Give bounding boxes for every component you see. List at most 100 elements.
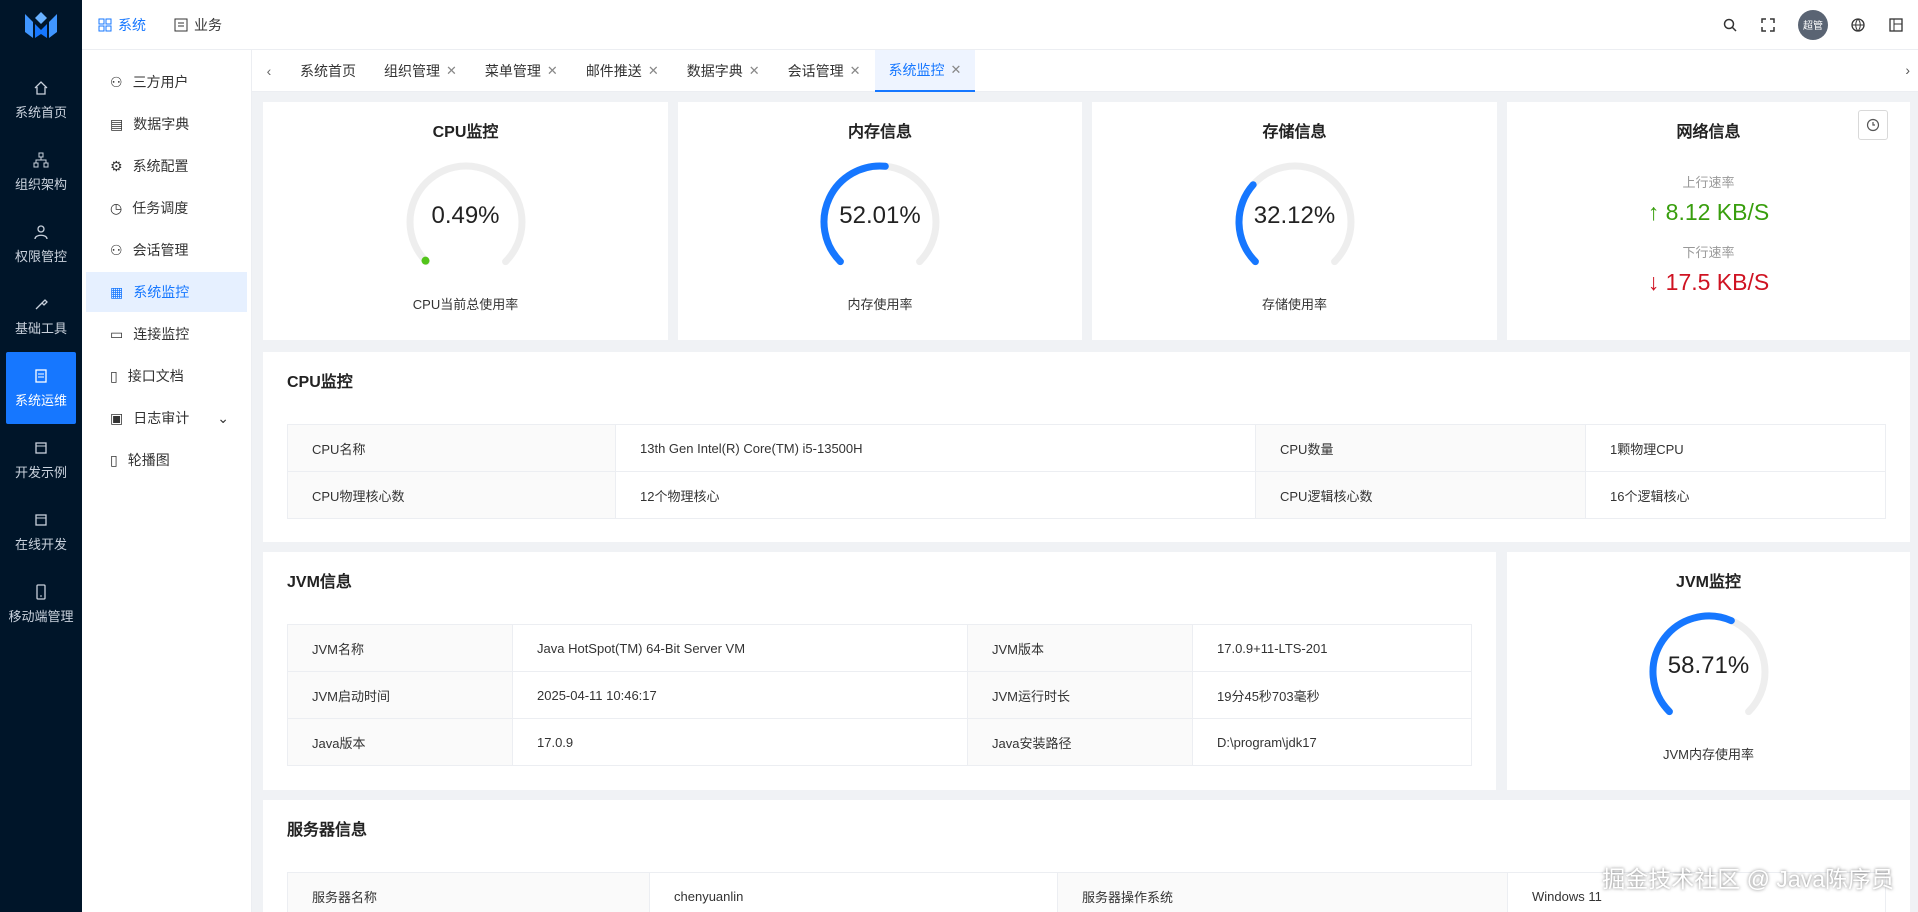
refresh-interval-button[interactable] bbox=[1858, 110, 1888, 140]
side-menu-item-sessions[interactable]: ⚇ 会话管理 bbox=[86, 230, 247, 270]
gauge-caption: CPU当前总使用率 bbox=[412, 297, 519, 312]
download-label: 下行速率 bbox=[1682, 245, 1735, 260]
top-menu-label: 系统 bbox=[118, 16, 146, 33]
tab-org[interactable]: 组织管理 ✕ bbox=[370, 50, 471, 92]
upload-rate: ↑ 8.12 KB/S bbox=[1507, 199, 1910, 226]
table-value: Java HotSpot(TM) 64-Bit Server VM bbox=[512, 624, 968, 672]
tab-mail[interactable]: 邮件推送 ✕ bbox=[572, 50, 673, 92]
side-menu-item-connections[interactable]: ▭ 连接监控 bbox=[86, 314, 247, 354]
avatar[interactable]: 超管 bbox=[1798, 9, 1828, 40]
rail-item-label: 系统首页 bbox=[14, 104, 67, 120]
rail-item-online-dev[interactable]: 在线开发 bbox=[0, 496, 82, 568]
gauge-value: 52.01% bbox=[839, 202, 921, 229]
top-menu-system[interactable]: 系统 bbox=[98, 15, 146, 35]
grid-icon bbox=[98, 18, 112, 31]
side-menu-item-monitor[interactable]: ▦ 系统监控 bbox=[86, 272, 247, 312]
storage-gauge-card: 存储信息 32.12% 存储使用率 bbox=[1092, 102, 1497, 340]
search-icon[interactable] bbox=[1722, 17, 1738, 33]
side-menu-item-audit-log[interactable]: ▣ 日志审计 ⌄ bbox=[86, 398, 247, 438]
rail-item-org[interactable]: 组织架构 bbox=[0, 136, 82, 208]
tab-sessions[interactable]: 会话管理 ✕ bbox=[774, 50, 875, 92]
close-icon[interactable]: ✕ bbox=[951, 62, 962, 78]
table-row: Java版本 17.0.9 Java安装路径 D:\program\jdk17 bbox=[287, 718, 1472, 766]
close-icon[interactable]: ✕ bbox=[446, 63, 457, 79]
globe-icon[interactable] bbox=[1850, 17, 1866, 33]
table-row: CPU名称 13th Gen Intel(R) Core(TM) i5-1350… bbox=[287, 424, 1886, 472]
table-value: D:\program\jdk17 bbox=[1192, 718, 1472, 766]
gauge-dot bbox=[421, 256, 429, 265]
table-key: Java版本 bbox=[287, 718, 513, 766]
table-key: JVM启动时间 bbox=[287, 671, 513, 719]
tab-dictionary[interactable]: 数据字典 ✕ bbox=[673, 50, 774, 92]
gauge-value: 32.12% bbox=[1253, 202, 1336, 229]
cpu-info-table: CPU名称 13th Gen Intel(R) Core(TM) i5-1350… bbox=[287, 424, 1886, 519]
table-key: CPU逻辑核心数 bbox=[1255, 471, 1586, 519]
side-menu-item-api-docs[interactable]: ▯ 接口文档 bbox=[86, 356, 247, 396]
card-title: 存储信息 bbox=[1262, 124, 1327, 141]
rail-item-dev-demo[interactable]: 开发示例 bbox=[0, 424, 82, 496]
rail-item-label: 组织架构 bbox=[14, 176, 67, 192]
watermark: 掘金技术社区 @ Java陈序员 bbox=[1602, 866, 1894, 892]
screen-icon: ▭ bbox=[110, 325, 124, 342]
table-value: 2025-04-11 10:46:17 bbox=[512, 671, 968, 719]
rail-item-label: 权限管控 bbox=[14, 248, 67, 264]
layout-icon[interactable] bbox=[1888, 17, 1904, 33]
wrench-icon bbox=[35, 298, 48, 309]
rail-item-permission[interactable]: 权限管控 bbox=[0, 208, 82, 280]
list-icon bbox=[174, 18, 188, 31]
close-icon[interactable]: ✕ bbox=[850, 63, 861, 79]
close-icon[interactable]: ✕ bbox=[749, 63, 760, 79]
close-icon[interactable]: ✕ bbox=[648, 63, 659, 79]
card-title: 内存信息 bbox=[847, 124, 912, 141]
clock-icon: ◷ bbox=[110, 199, 123, 216]
close-icon[interactable]: ✕ bbox=[547, 63, 558, 79]
jvm-info-table: JVM名称 Java HotSpot(TM) 64-Bit Server VM … bbox=[287, 624, 1472, 766]
tabs-scroll-left-icon[interactable]: ‹ bbox=[252, 63, 286, 79]
rail-item-tools[interactable]: 基础工具 bbox=[0, 280, 82, 352]
tab-label: 邮件推送 bbox=[585, 62, 642, 79]
app-logo[interactable] bbox=[0, 0, 82, 50]
rail-item-home[interactable]: 系统首页 bbox=[0, 64, 82, 136]
rail-item-ops[interactable]: 系统运维 bbox=[6, 352, 76, 424]
tab-label: 数据字典 bbox=[686, 62, 743, 79]
upload-rate-value: 8.12 KB/S bbox=[1665, 199, 1770, 225]
tab-label: 会话管理 bbox=[787, 62, 844, 79]
table-key: CPU数量 bbox=[1255, 424, 1586, 472]
tabs-scroll-right-icon[interactable]: › bbox=[1905, 62, 1910, 78]
table-value: 13th Gen Intel(R) Core(TM) i5-13500H bbox=[615, 424, 1256, 472]
gauge-caption: 存储使用率 bbox=[1261, 297, 1327, 312]
side-menu-item-config[interactable]: ⚙ 系统配置 bbox=[86, 146, 247, 186]
side-menu-item-scheduler[interactable]: ◷ 任务调度 bbox=[86, 188, 247, 228]
side-menu-item-carousel[interactable]: ▯ 轮播图 bbox=[86, 440, 247, 480]
card-title: CPU监控 bbox=[432, 124, 499, 141]
memory-gauge-card: 内存信息 52.01% 内存使用率 bbox=[678, 102, 1082, 340]
arrow-up-icon: ↑ bbox=[1647, 199, 1660, 225]
table-key: JVM版本 bbox=[967, 624, 1193, 672]
tab-label: 系统监控 bbox=[888, 61, 945, 78]
gauge-value: 58.71% bbox=[1667, 652, 1750, 679]
storage-gauge: 32.12% bbox=[1225, 152, 1365, 292]
rail-item-label: 基础工具 bbox=[14, 320, 67, 336]
tab-home[interactable]: 系统首页 bbox=[286, 50, 370, 92]
tab-label: 组织管理 bbox=[384, 62, 440, 79]
network-card: 网络信息 上行速率 ↑ 8.12 KB/S 下行速率 ↓ 17.5 KB/S bbox=[1507, 102, 1910, 340]
logo-icon bbox=[25, 12, 57, 38]
table-value: chenyuanlin bbox=[649, 872, 1058, 912]
upload-label: 上行速率 bbox=[1682, 175, 1735, 190]
side-menu-item-label: 系统配置 bbox=[132, 158, 189, 174]
table-key: Java安装路径 bbox=[967, 718, 1193, 766]
side-menu-item-label: 连接监控 bbox=[133, 326, 190, 342]
jvm-gauge: 58.71% bbox=[1639, 602, 1779, 742]
tab-monitor[interactable]: 系统监控 ✕ bbox=[874, 49, 976, 92]
jvm-gauge-card: JVM监控 58.71% JVM内存使用率 bbox=[1507, 552, 1910, 790]
table-row: CPU物理核心数 12个物理核心 CPU逻辑核心数 16个逻辑核心 bbox=[287, 471, 1886, 519]
side-menu-item-label: 任务调度 bbox=[132, 200, 189, 216]
tabs-bar: ‹ 系统首页 组织管理 ✕ 菜单管理 ✕ 邮件推送 ✕ 数据字典 ✕ 会话管理 ✕ 系统监… bbox=[252, 49, 1918, 92]
rail-item-mobile[interactable]: 移动端管理 bbox=[0, 568, 82, 640]
top-menu-business[interactable]: 业务 bbox=[174, 15, 222, 35]
side-menu-item-third-party-users[interactable]: ⚇ 三方用户 bbox=[86, 62, 247, 102]
tab-menu[interactable]: 菜单管理 ✕ bbox=[471, 50, 572, 92]
fullscreen-icon[interactable] bbox=[1760, 17, 1776, 33]
side-menu-item-label: 会话管理 bbox=[132, 242, 189, 258]
side-menu-item-dictionary[interactable]: ▤ 数据字典 bbox=[86, 104, 247, 144]
